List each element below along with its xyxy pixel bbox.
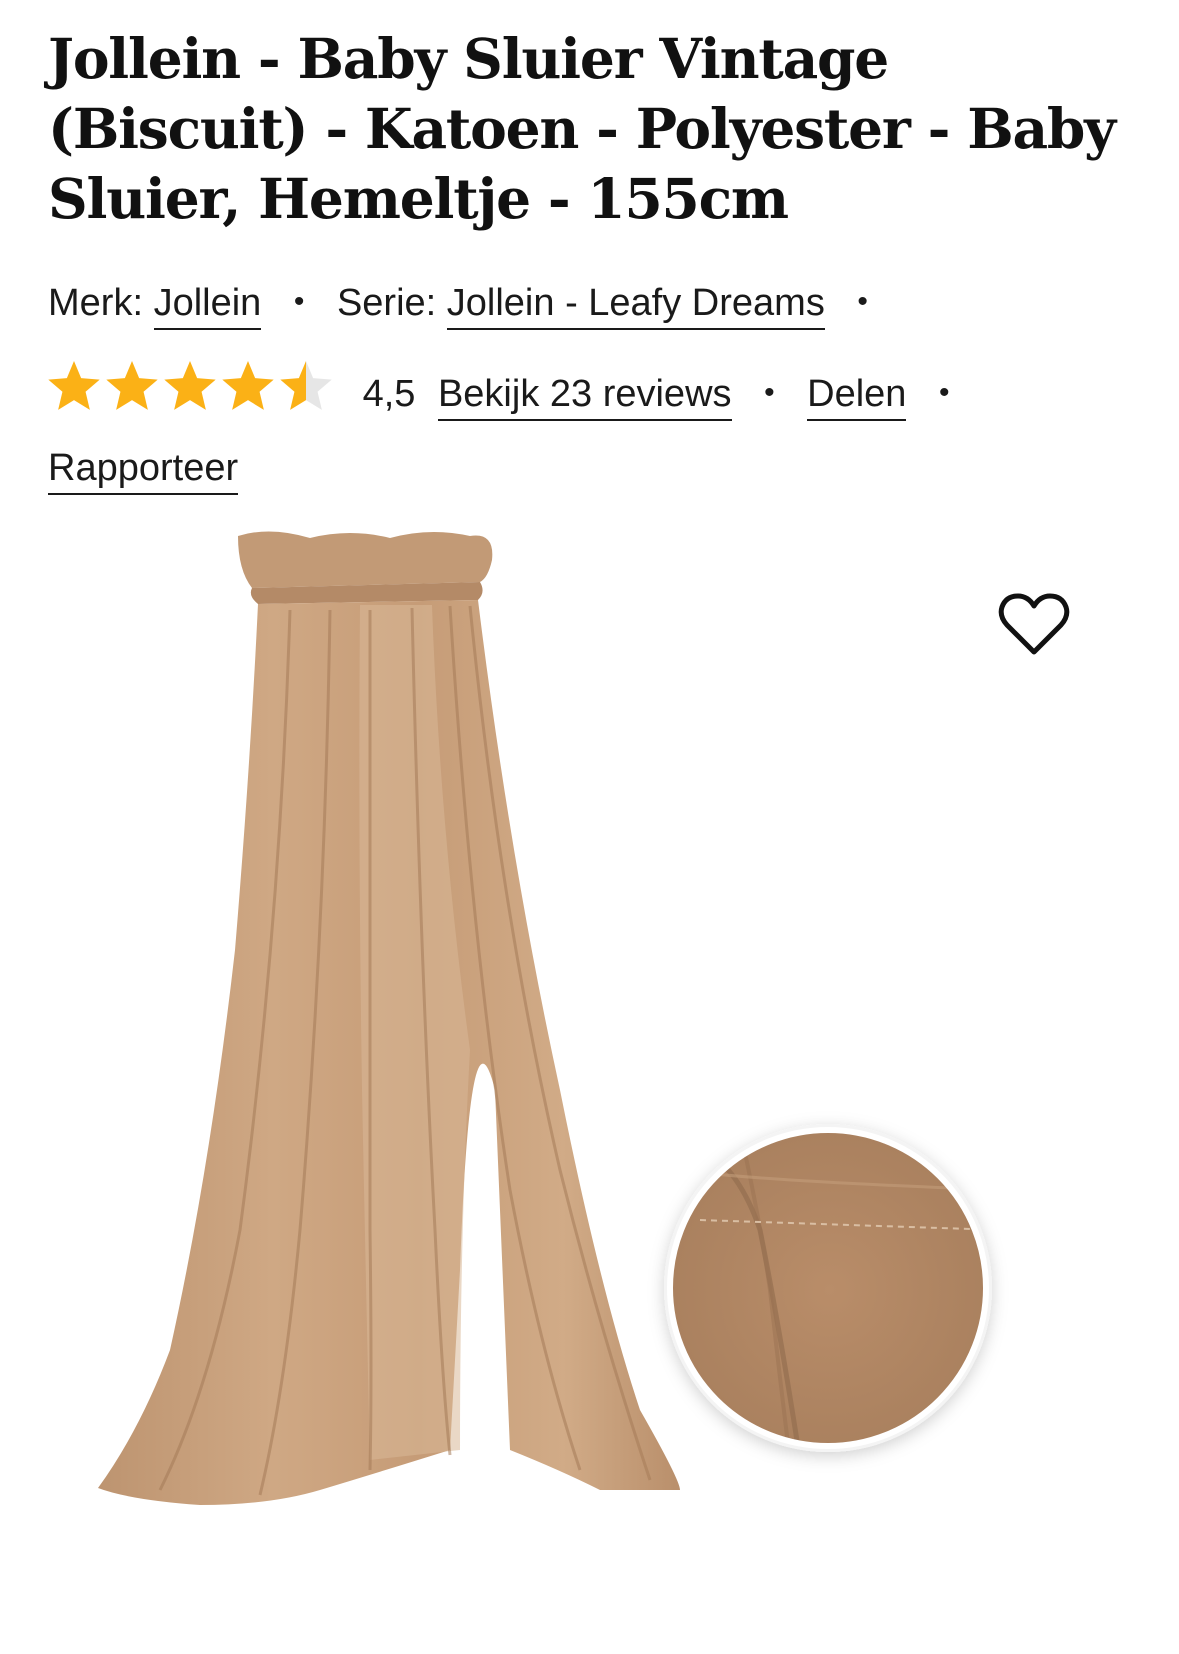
rating-stars [48, 360, 340, 416]
report-row: Rapporteer [48, 443, 239, 495]
brand-label: Merk: [48, 282, 143, 324]
bed-canopy-image [98, 531, 992, 1505]
report-link[interactable]: Rapporteer [48, 447, 239, 495]
series-label: Serie: [336, 282, 437, 324]
star-icon [222, 361, 274, 410]
separator-dot: • [293, 285, 305, 318]
separator-dot: • [939, 376, 950, 409]
share-link[interactable]: Delen [807, 373, 907, 421]
rating-stars-graphic [48, 361, 332, 410]
product-title: Jollein - Baby Sluier Vintage (Biscuit) … [48, 26, 1116, 231]
separator-dot: • [857, 285, 868, 318]
rating-value: 4,5 [362, 373, 416, 415]
brand-series-row: Merk: Jollein • Serie: Jollein - Leafy D… [48, 277, 890, 330]
rating-row: 4,5 Bekijk 23 reviews • Delen • [48, 360, 972, 421]
separator-dot: • [764, 376, 775, 409]
heart-outline-icon [998, 593, 1070, 655]
reviews-link[interactable]: Bekijk 23 reviews [437, 373, 732, 421]
star-icon [280, 361, 332, 410]
favorite-button[interactable] [998, 592, 1070, 658]
star-icon [48, 361, 100, 410]
star-icon [164, 361, 216, 410]
brand-link[interactable]: Jollein [153, 282, 262, 330]
star-icon [106, 361, 158, 410]
series-link[interactable]: Jollein - Leafy Dreams [446, 282, 825, 330]
product-image[interactable] [40, 530, 1160, 1649]
